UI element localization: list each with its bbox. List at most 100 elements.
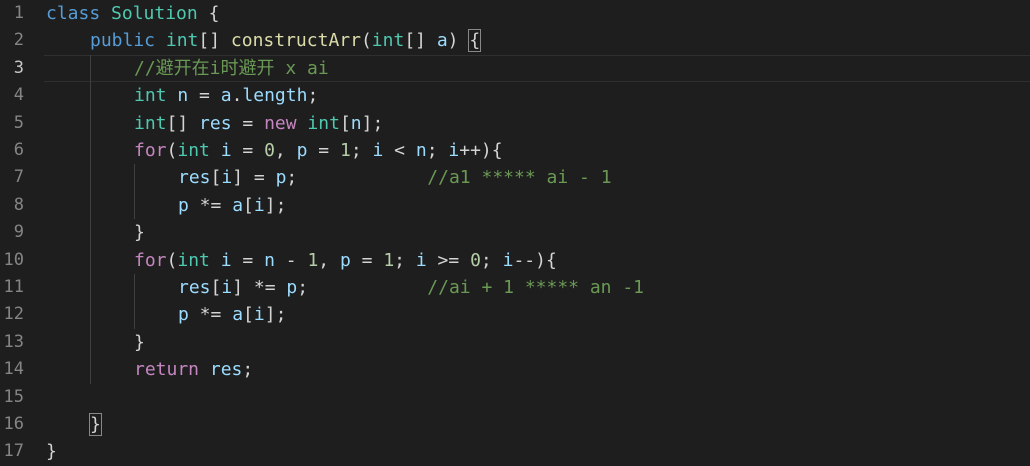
line-number: 13 bbox=[3, 331, 24, 352]
indent-guide bbox=[90, 301, 91, 329]
indent-guide bbox=[134, 164, 135, 192]
indent-guide bbox=[90, 274, 91, 302]
indent-guide bbox=[90, 356, 91, 384]
token-var: i bbox=[220, 249, 232, 271]
code-text[interactable]: } bbox=[134, 219, 145, 246]
line-number: 12 bbox=[3, 304, 24, 325]
line-number: 1 bbox=[13, 3, 24, 23]
token-punct: [] bbox=[166, 112, 200, 134]
code-line[interactable]: 10 for(int i = n - 1, p = 1; i >= 0; i--)… bbox=[0, 246, 1030, 274]
code-text[interactable]: res[i] *= p; //ai + 1 ***** an -1 bbox=[178, 274, 644, 301]
code-text[interactable]: int[] res = new int[n]; bbox=[134, 110, 383, 137]
token-var: i bbox=[415, 249, 427, 271]
code-line[interactable]: 7 res[i] = p; //a1 ***** ai - 1 bbox=[0, 164, 1030, 192]
token-type: int bbox=[177, 140, 210, 161]
code-line[interactable]: 1 class Solution { bbox=[0, 0, 1030, 27]
code-line[interactable]: 4 int n = a.length; bbox=[0, 82, 1030, 110]
token-punct: } bbox=[46, 441, 57, 463]
token-punct: ; bbox=[394, 249, 416, 271]
code-line[interactable]: 14 return res; bbox=[0, 356, 1030, 384]
token-var: length bbox=[242, 85, 308, 107]
line-number: 17 bbox=[3, 441, 24, 462]
token-var: a bbox=[220, 85, 232, 107]
code-editor[interactable]: 1 class Solution {2 public int[] construct… bbox=[0, 0, 1030, 466]
code-text[interactable]: p *= a[i]; bbox=[178, 192, 286, 219]
token-punct: ]; bbox=[361, 112, 384, 134]
token-var: i bbox=[221, 277, 233, 298]
token-var: res bbox=[178, 277, 211, 298]
token-keyword: class bbox=[46, 3, 101, 24]
token-punct: = bbox=[307, 140, 340, 161]
token-type: int bbox=[134, 112, 167, 134]
code-line[interactable]: 8 p *= a[i]; bbox=[0, 191, 1030, 220]
token-var: n bbox=[177, 85, 189, 107]
token-punct: ]; bbox=[264, 304, 287, 326]
code-text[interactable]: p *= a[i]; bbox=[178, 301, 286, 328]
line-number: 10 bbox=[3, 249, 24, 270]
token-var: res bbox=[178, 167, 211, 189]
token-var: p bbox=[178, 304, 189, 326]
code-text[interactable]: res[i] = p; //a1 ***** ai - 1 bbox=[178, 164, 612, 191]
code-line[interactable]: 15 bbox=[0, 384, 1030, 411]
token-number: 1 bbox=[339, 140, 351, 161]
code-text[interactable]: return res; bbox=[134, 356, 253, 383]
code-line[interactable]: 2 public int[] constructArr(int[] a) { bbox=[0, 27, 1030, 54]
indent-guide bbox=[134, 274, 135, 302]
code-line[interactable]: 5 int[] res = new int[n]; bbox=[0, 109, 1030, 137]
code-text[interactable]: } bbox=[46, 438, 57, 465]
token-punct: [ bbox=[243, 304, 254, 326]
token-punct: = bbox=[350, 249, 384, 271]
token-punct: ++){ bbox=[459, 140, 503, 161]
token-punct: [ bbox=[210, 167, 222, 189]
code-line[interactable]: 17} bbox=[0, 438, 1030, 465]
indent-guide bbox=[90, 137, 91, 165]
token-punct: ; bbox=[286, 167, 428, 189]
code-line[interactable]: 6 for(int i = 0, p = 1; i < n; i++){ bbox=[0, 137, 1030, 165]
code-text[interactable]: //避开在i时避开 x ai bbox=[134, 55, 329, 82]
token-punct: ( bbox=[360, 30, 372, 52]
token-func: constructArr bbox=[230, 30, 361, 52]
token-punct: < bbox=[383, 140, 416, 161]
token-punct: - bbox=[274, 249, 308, 271]
code-line[interactable]: 9} bbox=[0, 219, 1030, 247]
indent-guide bbox=[90, 164, 91, 192]
token-punct: ; bbox=[242, 359, 254, 381]
code-text[interactable]: } bbox=[89, 411, 102, 438]
token-punct: ; bbox=[307, 85, 319, 107]
code-line[interactable]: 3 //避开在i时避开 x ai bbox=[0, 54, 1030, 83]
line-number: 9 bbox=[13, 222, 24, 243]
token-punct: ) bbox=[447, 30, 470, 52]
token-var: i bbox=[448, 140, 460, 161]
token-punct: >= bbox=[426, 249, 471, 271]
token-punct: [ bbox=[243, 194, 254, 216]
code-line[interactable]: 11 res[i] *= p; //ai + 1 ***** an -1 bbox=[0, 274, 1030, 302]
token-control: new bbox=[264, 112, 297, 134]
code-text[interactable]: int n = a.length; bbox=[134, 82, 318, 109]
line-number: 16 bbox=[3, 414, 24, 434]
token-type: int bbox=[165, 30, 199, 52]
token-var: a bbox=[436, 30, 448, 52]
code-text[interactable]: } bbox=[134, 329, 145, 356]
token-punct: } bbox=[134, 331, 145, 353]
code-text[interactable]: public int[] constructArr(int[] a) { bbox=[90, 27, 482, 54]
code-text[interactable]: class Solution { bbox=[46, 0, 219, 27]
token-var: res bbox=[209, 359, 243, 381]
code-text[interactable]: for(int i = 0, p = 1; i < n; i++){ bbox=[134, 137, 503, 164]
token-control: return bbox=[134, 359, 200, 381]
token-var: i bbox=[221, 167, 233, 189]
token-number: 0 bbox=[470, 249, 481, 271]
token-type: int bbox=[177, 249, 210, 271]
token-punct: } bbox=[134, 222, 145, 244]
code-line[interactable]: 16} bbox=[0, 411, 1030, 438]
indent-guide bbox=[90, 328, 91, 357]
token-punct: ; bbox=[480, 249, 503, 271]
code-line[interactable]: 12 p *= a[i]; bbox=[0, 301, 1030, 329]
line-number: 3 bbox=[13, 57, 24, 78]
token-punct: [] bbox=[404, 30, 437, 52]
token-punct: [ bbox=[339, 112, 351, 134]
code-text[interactable]: for(int i = n - 1, p = 1; i >= 0; i--){ bbox=[134, 247, 557, 274]
code-line[interactable]: 13} bbox=[0, 328, 1030, 357]
token-var: i bbox=[253, 194, 265, 216]
